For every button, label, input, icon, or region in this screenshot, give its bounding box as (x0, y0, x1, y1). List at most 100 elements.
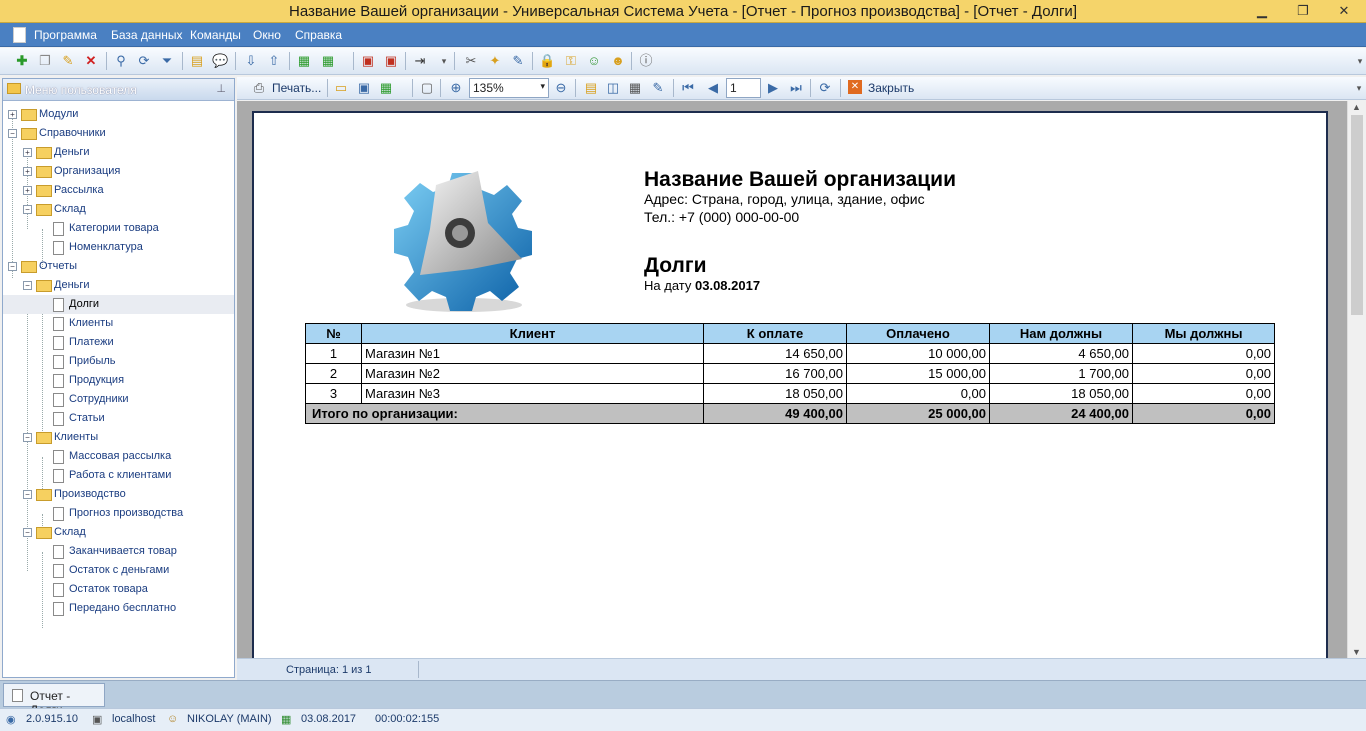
menu-commands[interactable]: Команды (190, 28, 241, 42)
refresh-icon[interactable]: ⟳ (136, 53, 152, 69)
tree-item-running-out[interactable]: Заканчивается товар (3, 542, 234, 561)
collapse-icon[interactable]: − (23, 490, 32, 499)
collapse-icon[interactable]: − (23, 528, 32, 537)
tree-item-debts[interactable]: Долги (3, 295, 234, 314)
last-page-icon[interactable]: ⏭ (788, 80, 804, 96)
tree-item-stock[interactable]: Остаток товара (3, 580, 234, 599)
key-icon[interactable]: ⚿ (563, 53, 579, 69)
open-icon[interactable]: ▭ (333, 80, 349, 96)
copy-icon[interactable]: ❐ (37, 53, 53, 69)
exit-icon[interactable]: ⇥ (412, 53, 428, 69)
wizard-icon[interactable]: ✦ (487, 53, 503, 69)
tree-item-clients-report[interactable]: Клиенты (3, 314, 234, 333)
tree-item-payments[interactable]: Платежи (3, 333, 234, 352)
tree-item-reports-money[interactable]: − Деньги (3, 276, 234, 295)
tree-item-directories[interactable]: − Справочники (3, 124, 234, 143)
restore-icon[interactable]: ❐ (1292, 3, 1314, 19)
window-close-icon[interactable]: ▣ (383, 53, 399, 69)
toolbar-options-icon[interactable]: ▾ (1351, 80, 1366, 96)
tree-item-clients-folder[interactable]: − Клиенты (3, 428, 234, 447)
zoom-out-icon[interactable]: ⊖ (553, 80, 569, 96)
lock-icon[interactable]: 🔒 (539, 53, 555, 69)
multi-page-icon[interactable]: ▦ (627, 80, 643, 96)
minimize-icon[interactable]: ▁ (1251, 3, 1273, 19)
prev-page-icon[interactable]: ◀ (705, 80, 721, 96)
tree-item-mass-mailing[interactable]: Массовая рассылка (3, 447, 234, 466)
collapse-icon[interactable]: − (23, 205, 32, 214)
zoom-select[interactable]: 135% ▾ (469, 78, 549, 98)
expand-icon[interactable]: + (8, 110, 17, 119)
close-icon[interactable]: ✕ (848, 80, 862, 94)
single-page-icon[interactable]: ▤ (583, 80, 599, 96)
tree-item-warehouse-reports[interactable]: − Склад (3, 523, 234, 542)
menu-window[interactable]: Окно (253, 28, 281, 42)
expand-icon[interactable]: + (23, 148, 32, 157)
print-button[interactable]: Печать... (272, 81, 321, 95)
close-button[interactable]: Закрыть (868, 81, 914, 95)
zoom-in-icon[interactable]: ⊕ (448, 80, 464, 96)
first-page-icon[interactable]: ⏮ (680, 80, 696, 96)
tree-item-products[interactable]: Продукция (3, 371, 234, 390)
tree-item-money[interactable]: + Деньги (3, 143, 234, 162)
excel-dropdown-icon[interactable]: ▦ (320, 53, 336, 69)
tree-item-production[interactable]: − Производство (3, 485, 234, 504)
tree-item-employees[interactable]: Сотрудники (3, 390, 234, 409)
scrollbar-thumb[interactable] (1351, 115, 1363, 315)
tab-report-debts[interactable]: Отчет - Долги (3, 683, 105, 717)
export-dropdown-icon[interactable]: ▦ (378, 80, 394, 96)
tree-item-reports[interactable]: − Отчеты (3, 257, 234, 276)
info-icon[interactable]: ⓘ (638, 53, 654, 69)
next-page-icon[interactable]: ▶ (765, 80, 781, 96)
expand-icon[interactable]: + (23, 186, 32, 195)
tree-item-nomenclature[interactable]: Номенклатура (3, 238, 234, 257)
collapse-icon[interactable]: − (8, 129, 17, 138)
excel-icon[interactable]: ▦ (296, 53, 312, 69)
user-settings-icon[interactable]: ☻ (610, 53, 626, 69)
tools-icon[interactable]: ✂ (463, 53, 479, 69)
vertical-scrollbar[interactable]: ▲ ▼ (1347, 101, 1366, 658)
expand-icon[interactable]: + (23, 167, 32, 176)
tree-item-client-work[interactable]: Работа с клиентами (3, 466, 234, 485)
tree-item-production-forecast[interactable]: Прогноз производства (3, 504, 234, 523)
tree-item-profit[interactable]: Прибыль (3, 352, 234, 371)
group-icon[interactable]: ▤ (189, 53, 205, 69)
collapse-icon[interactable]: − (23, 433, 32, 442)
tree-item-articles[interactable]: Статьи (3, 409, 234, 428)
scroll-up-icon[interactable]: ▲ (1352, 102, 1361, 112)
page-number-input[interactable]: 1 (726, 78, 761, 98)
comment-icon[interactable]: 💬 (212, 53, 228, 69)
dropdown-arrow-icon[interactable]: ▾ (436, 53, 452, 69)
menu-program[interactable]: Программа (34, 28, 97, 42)
settings-icon[interactable]: ✎ (510, 53, 526, 69)
refresh-icon[interactable]: ⟳ (817, 80, 833, 96)
close-icon[interactable]: ✕ (1333, 3, 1355, 19)
toolbar-options-icon[interactable]: ▾ (1352, 53, 1366, 69)
add-icon[interactable]: ✚ (14, 53, 30, 69)
tree-item-modules[interactable]: + Модули (3, 105, 234, 124)
edit-page-icon[interactable]: ✎ (650, 80, 666, 96)
tree-item-mailing[interactable]: + Рассылка (3, 181, 234, 200)
search-icon[interactable]: ⚲ (113, 53, 129, 69)
tree-item-organization[interactable]: + Организация (3, 162, 234, 181)
tree-item-product-categories[interactable]: Категории товара (3, 219, 234, 238)
edit-icon[interactable]: ✎ (60, 53, 76, 69)
menu-help[interactable]: Справка (295, 28, 342, 42)
menu-database[interactable]: База данных (111, 28, 182, 42)
collapse-icon[interactable]: − (23, 281, 32, 290)
import-icon[interactable]: ⇩ (243, 53, 259, 69)
window-new-icon[interactable]: ▣ (360, 53, 376, 69)
tree-item-warehouse[interactable]: − Склад (3, 200, 234, 219)
two-pages-icon[interactable]: ◫ (605, 80, 621, 96)
page-setup-icon[interactable]: ▢ (419, 80, 435, 96)
pin-icon[interactable]: ⊥ (216, 82, 226, 95)
scroll-down-icon[interactable]: ▼ (1352, 647, 1361, 657)
filter-icon[interactable]: ⏷ (159, 53, 175, 69)
users-icon[interactable]: ☺ (586, 53, 602, 69)
export-icon[interactable]: ⇧ (266, 53, 282, 69)
delete-icon[interactable]: ✕ (83, 53, 99, 69)
tree-item-stock-money[interactable]: Остаток с деньгами (3, 561, 234, 580)
printer-icon[interactable]: ⎙ (251, 80, 267, 96)
collapse-icon[interactable]: − (8, 262, 17, 271)
save-icon[interactable]: ▣ (356, 80, 372, 96)
tree-item-free-transfer[interactable]: Передано бесплатно (3, 599, 234, 618)
